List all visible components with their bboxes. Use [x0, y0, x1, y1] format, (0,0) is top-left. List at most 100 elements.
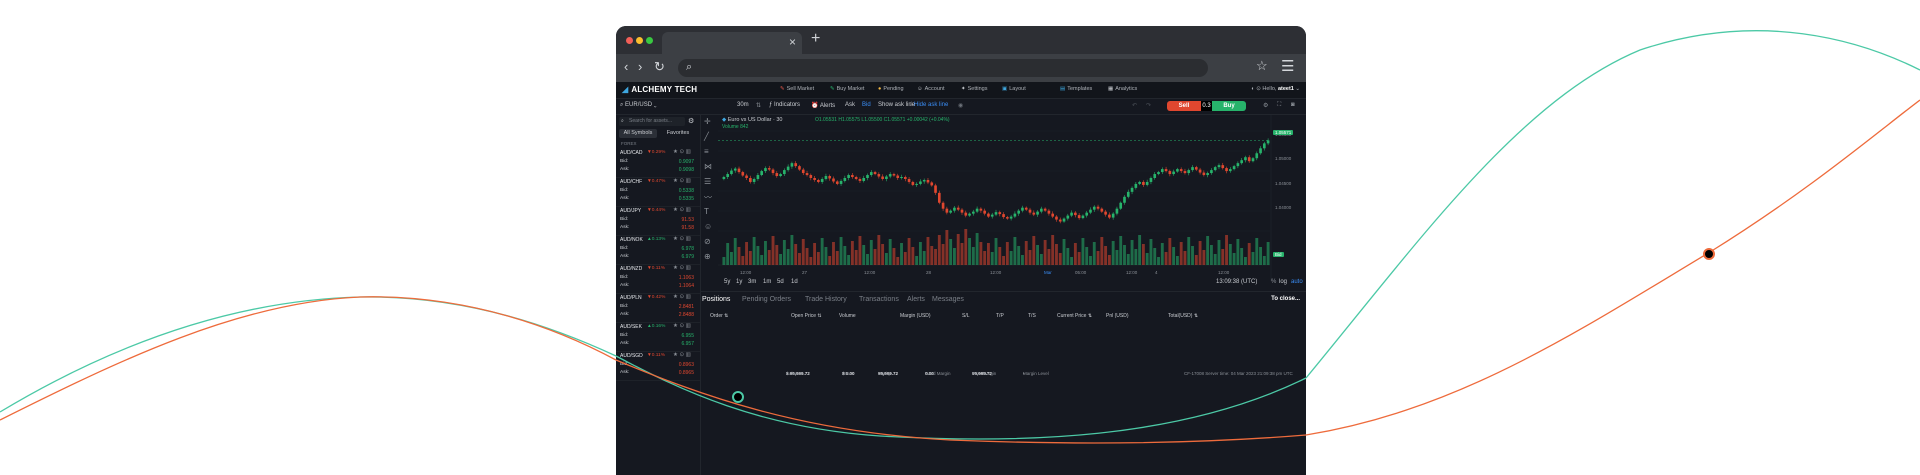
timeframe-1m[interactable]: 1m — [763, 279, 771, 285]
favorite-star-icon[interactable]: ★ ⊙ ▥ — [673, 352, 691, 358]
symbol-row[interactable]: AUD/CAD ▼0.29% ★ ⊙ ▥ Bid: 0.9097 Ask: 0.9098 — [616, 148, 700, 178]
candle-body — [949, 210, 952, 213]
tab-pending-orders[interactable]: Pending Orders — [742, 296, 791, 303]
back-icon[interactable]: ‹ — [624, 59, 628, 75]
symbol-row[interactable]: AUD/NOK ▲0.13% ★ ⊙ ▥ Bid: 6.978 Ask: 6.979 — [616, 235, 700, 265]
user-greeting[interactable]: ◐ ⊙ Hello, ateet1 ⌄ — [1251, 86, 1300, 92]
scale-percent[interactable]: % — [1271, 279, 1276, 285]
tab-trade-history[interactable]: Trade History — [805, 296, 847, 303]
favorite-star-icon[interactable]: ★ ⊙ ▥ — [673, 236, 691, 242]
camera-icon[interactable]: ◉ — [958, 102, 963, 109]
tab-close-icon[interactable]: × — [789, 34, 796, 50]
close-all-button[interactable]: To close... — [1271, 296, 1300, 302]
favorite-star-icon[interactable]: ★ ⊙ ▥ — [673, 265, 691, 271]
redo-icon[interactable]: ↷ — [1146, 102, 1151, 109]
fullscreen-icon[interactable]: ⛶ — [1277, 102, 1281, 109]
symbol-row[interactable]: AUD/JPY ▼0.44% ★ ⊙ ▥ Bid: 91.53 Ask: 91.58 — [616, 206, 700, 236]
nav-sell-market[interactable]: ✎ Sell Market — [780, 86, 814, 92]
indicators-button[interactable]: ƒ Indicators — [769, 102, 800, 108]
fib-icon[interactable]: ☰ — [704, 177, 711, 186]
symbol-row[interactable]: AUD/CHF ▼0.47% ★ ⊙ ▥ Bid: 0.5338 Ask: 0.5335 — [616, 177, 700, 207]
volume-bar — [960, 243, 964, 265]
alerts-button[interactable]: ⏰ Alerts — [811, 102, 835, 109]
brush-icon[interactable]: 〰 — [704, 192, 712, 203]
col-open-price[interactable]: Open Price ⇅ — [791, 313, 822, 319]
url-input[interactable]: ⌕ — [678, 59, 1208, 77]
asset-search-input[interactable]: ⌕ Search for assets... — [619, 117, 685, 126]
nav-analytics[interactable]: ▦ Analytics — [1108, 86, 1137, 92]
horizontal-lines-icon[interactable]: ≡ — [704, 147, 709, 156]
theme-toggle-icon[interactable]: ◐ ⊙ — [1251, 86, 1262, 92]
favorite-star-icon[interactable]: ★ ⊙ ▥ — [673, 207, 691, 213]
nav-account[interactable]: ☺ Account — [917, 86, 945, 92]
hide-ask-line-button[interactable]: Hide ask line — [914, 102, 948, 108]
buy-button[interactable]: Buy — [1212, 101, 1246, 111]
volume-bar — [1251, 252, 1255, 265]
app-logo[interactable]: ◢ ALCHEMY TECH — [622, 85, 697, 94]
browser-menu-icon[interactable]: ☰ — [1281, 57, 1294, 75]
watchlist-settings-icon[interactable]: ⚙ — [688, 117, 694, 125]
tab-favorites[interactable]: Favorites — [659, 129, 697, 138]
symbol-row[interactable]: AUD/NZD ▼0.11% ★ ⊙ ▥ Bid: 1.1063 Ask: 1.1064 — [616, 264, 700, 294]
tab-alerts[interactable]: Alerts — [907, 296, 925, 303]
undo-icon[interactable]: ↶ — [1132, 102, 1137, 109]
sell-button[interactable]: Sell — [1167, 101, 1201, 111]
symbol-row[interactable]: AUD/PLN ▼0.42% ★ ⊙ ▥ Bid: 2.8481 Ask: 2.8488 — [616, 293, 700, 323]
timeframe-1d[interactable]: 1d — [791, 279, 798, 285]
timeframe-5y[interactable]: 5y — [724, 279, 730, 285]
compare-icon[interactable]: ⇅ — [756, 102, 761, 109]
interval-selector[interactable]: 30m — [737, 102, 749, 108]
trend-line-icon[interactable]: ╱ — [704, 132, 709, 141]
reload-icon[interactable]: ↻ — [654, 59, 665, 75]
price-chart[interactable]: 1.056001.050001.045001.0400012:002712:00… — [718, 115, 1306, 281]
pitchfork-icon[interactable]: ⋈ — [704, 162, 712, 171]
nav-settings[interactable]: ✦ Settings — [961, 86, 987, 92]
favorite-star-icon[interactable]: ★ ⊙ ▥ — [673, 323, 691, 329]
nav-templates[interactable]: ▤ Templates — [1060, 86, 1092, 92]
bookmark-star-icon[interactable]: ☆ — [1256, 58, 1268, 74]
crosshair-icon[interactable]: ✛ — [704, 117, 711, 126]
tab-positions[interactable]: Positions — [702, 296, 730, 303]
ruler-icon[interactable]: ⊘ — [704, 237, 711, 246]
volume-bar — [786, 249, 790, 265]
timeframe-3m[interactable]: 3m — [748, 279, 756, 285]
tab-transactions[interactable]: Transactions — [859, 296, 899, 303]
volume-bar — [1179, 242, 1183, 265]
screenshot-icon[interactable]: ◙ — [1291, 102, 1295, 108]
lot-size-input[interactable]: 0.3 — [1201, 101, 1212, 111]
volume-bar — [1013, 237, 1017, 265]
tab-messages[interactable]: Messages — [932, 296, 964, 303]
favorite-star-icon[interactable]: ★ ⊙ ▥ — [673, 149, 691, 155]
browser-tab[interactable]: × — [662, 32, 802, 54]
col-order[interactable]: Order ⇅ — [710, 313, 728, 319]
col-pnl: Pnl (USD) — [1106, 313, 1129, 319]
scale-auto[interactable]: auto — [1291, 279, 1303, 285]
close-window-dot[interactable] — [626, 37, 633, 44]
favorite-star-icon[interactable]: ★ ⊙ ▥ — [673, 178, 691, 184]
timeframe-1y[interactable]: 1y — [736, 279, 742, 285]
timeframe-5d[interactable]: 5d — [777, 279, 784, 285]
bid-toggle[interactable]: Bid — [862, 102, 871, 108]
nav-buy-market[interactable]: ✎ Buy Market — [830, 86, 864, 92]
ask-toggle[interactable]: Ask — [845, 102, 855, 108]
col-current-price[interactable]: Current Price ⇅ — [1057, 313, 1092, 319]
symbol-row[interactable]: AUD/SEK ▲0.16% ★ ⊙ ▥ Bid: 6.955 Ask: 6.957 — [616, 322, 700, 352]
minimize-window-dot[interactable] — [636, 37, 643, 44]
nav-layout[interactable]: ▣ Layout — [1002, 86, 1026, 92]
col-total[interactable]: Total(USD) ⇅ — [1168, 313, 1198, 319]
zoom-icon[interactable]: ⊕ — [704, 252, 711, 261]
candlestick-chart[interactable]: 1.056001.050001.045001.0400012:002712:00… — [718, 115, 1306, 281]
symbol-selector[interactable]: ⌕ EUR/USD ⌄ — [620, 102, 657, 109]
symbol-change: ▼0.44% — [647, 208, 666, 213]
new-tab-icon[interactable]: + — [811, 29, 820, 49]
chart-settings-icon[interactable]: ⚙ — [1263, 102, 1268, 109]
candle-body — [1108, 214, 1111, 218]
tab-all-symbols[interactable]: All Symbols — [619, 129, 657, 138]
nav-pending[interactable]: ● Pending — [878, 86, 904, 92]
maximize-window-dot[interactable] — [646, 37, 653, 44]
text-icon[interactable]: T — [704, 207, 709, 216]
favorite-star-icon[interactable]: ★ ⊙ ▥ — [673, 294, 691, 300]
forward-icon[interactable]: › — [638, 59, 642, 75]
scale-log[interactable]: log — [1279, 279, 1287, 285]
emoji-icon[interactable]: ☺ — [704, 222, 712, 231]
